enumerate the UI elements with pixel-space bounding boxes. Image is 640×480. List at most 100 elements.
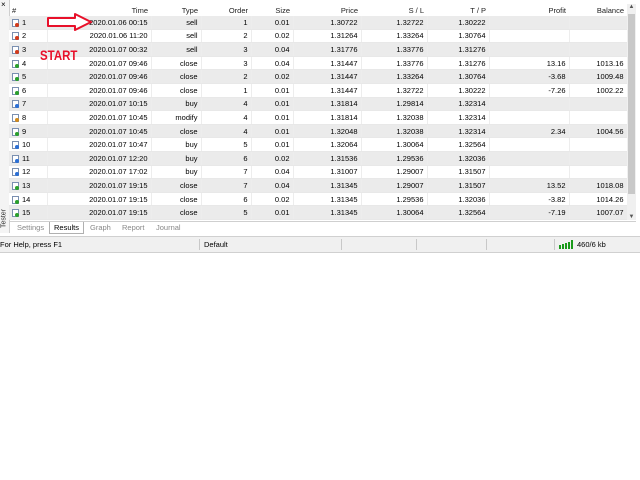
table-row[interactable]: 162020.01.07 19:17sell80.011.313301.3333… — [9, 219, 627, 220]
row-balance: 1014.26 — [569, 192, 627, 207]
row-tp: 1.32564 — [427, 205, 490, 220]
row-number: 12 — [22, 167, 31, 177]
table-row[interactable]: 9 2020.01.07 10:45 close 4 0.01 1.32048 1.3203… — [9, 124, 627, 139]
traffic-counter: 460/6 kb — [577, 240, 606, 249]
row-order: 7 — [201, 165, 252, 180]
row-order: 2 — [201, 69, 252, 84]
row-type: buy — [151, 97, 202, 112]
row-price: 1.31776 — [293, 42, 362, 57]
vertical-scrollbar[interactable]: ▲ ▼ — [627, 4, 636, 220]
tab-results[interactable]: Results — [49, 222, 85, 234]
row-type: close — [151, 124, 202, 139]
row-size: 0.01 — [251, 110, 294, 125]
row-balance: 1009.48 — [569, 69, 627, 84]
row-balance — [569, 137, 627, 152]
close-icon — [12, 127, 19, 136]
scroll-down-icon[interactable]: ▼ — [627, 214, 636, 220]
close-icon — [12, 209, 19, 218]
table-row[interactable]: 7 2020.01.07 10:15 buy 4 0.01 1.31814 1.29814 1… — [9, 97, 627, 112]
col-header-balance[interactable]: Balance — [569, 4, 627, 16]
right-arrow-annotation-icon — [47, 13, 92, 31]
scroll-up-icon[interactable]: ▲ — [627, 4, 636, 10]
row-number: 14 — [22, 194, 31, 204]
row-order: 1 — [201, 83, 252, 98]
row-tp: 1.30222 — [427, 83, 490, 98]
row-number-cell: 13 — [9, 178, 48, 193]
row-number: 8 — [22, 112, 27, 122]
row-number: 9 — [22, 126, 27, 136]
row-balance — [569, 151, 627, 166]
col-header-price[interactable]: Price — [293, 4, 361, 16]
tab-journal[interactable]: Journal — [152, 222, 185, 233]
row-type: sell — [151, 29, 202, 44]
row-size: 0.04 — [251, 42, 294, 57]
row-size: 0.02 — [251, 151, 294, 166]
col-header-type[interactable]: Type — [151, 4, 201, 16]
row-size: 0.01 — [251, 16, 294, 30]
table-row[interactable]: 11 2020.01.07 12:20 buy 6 0.02 1.31536 1.29536… — [9, 151, 627, 166]
scrollbar-thumb[interactable] — [628, 14, 635, 194]
buy-icon — [12, 100, 19, 109]
row-number-cell: 8 — [9, 110, 48, 125]
row-order: 4 — [201, 110, 252, 125]
buy-icon — [12, 154, 19, 163]
row-order: 7 — [201, 178, 252, 193]
table-row[interactable]: 5 2020.01.07 09:46 close 2 0.02 1.31447 1.3326… — [9, 69, 627, 84]
col-header-order[interactable]: Order — [201, 4, 251, 16]
table-row[interactable]: 12 2020.01.07 17:02 buy 7 0.04 1.31007 1.29007… — [9, 165, 627, 180]
row-balance: 1013.16 — [569, 56, 627, 71]
row-order: 1 — [201, 16, 252, 30]
tab-graph[interactable]: Graph — [86, 222, 115, 233]
table-row[interactable]: 13 2020.01.07 19:15 close 7 0.04 1.31345 1.290… — [9, 178, 627, 193]
row-sl: 1.29536 — [361, 192, 428, 207]
row-price: 1.31447 — [293, 83, 362, 98]
row-balance — [569, 219, 627, 220]
close-icon — [12, 59, 19, 68]
buy-icon — [12, 168, 19, 177]
table-row[interactable]: 15 2020.01.07 19:15 close 5 0.01 1.31345 1.300… — [9, 205, 627, 220]
row-number: 15 — [22, 208, 31, 218]
row-sl: 1.29536 — [361, 151, 428, 166]
row-number: 2 — [22, 31, 27, 41]
row-number: 13 — [22, 180, 31, 190]
row-price: 1.31536 — [293, 151, 362, 166]
col-header-sl[interactable]: S / L — [361, 4, 427, 16]
status-divider — [554, 239, 555, 250]
row-order: 2 — [201, 29, 252, 44]
status-divider — [341, 239, 342, 250]
row-time: 2020.01.07 09:46 — [47, 69, 152, 84]
row-profit — [489, 42, 570, 57]
row-type: close — [151, 178, 202, 193]
table-row[interactable]: 4 2020.01.07 09:46 close 3 0.04 1.31447 1.3377… — [9, 56, 627, 71]
table-row[interactable]: 1 2020.01.06 00:15 sell 1 0.01 1.30722 1.32722… — [9, 16, 627, 30]
row-number-cell: 12 — [9, 165, 48, 180]
row-sl: 1.29814 — [361, 97, 428, 112]
row-time: 2020.01.07 19:15 — [47, 192, 152, 207]
row-time: 2020.01.07 17:02 — [47, 165, 152, 180]
close-panel-icon[interactable]: × — [1, 1, 6, 9]
row-price: 1.30722 — [293, 16, 362, 30]
row-size: 0.01 — [251, 124, 294, 139]
modify-icon — [12, 113, 19, 122]
buy-icon — [12, 141, 19, 150]
table-row[interactable]: 10 2020.01.07 10:47 buy 5 0.01 1.32064 1.30064… — [9, 137, 627, 152]
tab-report[interactable]: Report — [118, 222, 149, 233]
row-size: 0.01 — [251, 205, 294, 220]
col-header-number[interactable]: # — [9, 4, 47, 16]
col-header-profit[interactable]: Profit — [489, 4, 569, 16]
row-type: buy — [151, 151, 202, 166]
table-row[interactable]: 3 2020.01.07 00:32 sell 3 0.04 1.31776 1.33776… — [9, 42, 627, 57]
table-row[interactable]: 14 2020.01.07 19:15 close 6 0.02 1.31345 1.295… — [9, 192, 627, 207]
row-number-cell: 9 — [9, 124, 48, 139]
col-header-tp[interactable]: T / P — [427, 4, 489, 16]
row-order: 4 — [201, 124, 252, 139]
row-sl: 1.32038 — [361, 110, 428, 125]
table-row[interactable]: 2 2020.01.06 11:20 sell 2 0.02 1.31264 1.33264… — [9, 29, 627, 44]
row-number: 10 — [22, 140, 31, 150]
row-balance: 1002.22 — [569, 83, 627, 98]
row-price: 1.31345 — [293, 192, 362, 207]
tab-settings[interactable]: Settings — [13, 222, 48, 233]
col-header-size[interactable]: Size — [251, 4, 293, 16]
table-row[interactable]: 6 2020.01.07 09:46 close 1 0.01 1.31447 1.3272… — [9, 83, 627, 98]
table-row[interactable]: 8 2020.01.07 10:45 modify 4 0.01 1.31814 1.320… — [9, 110, 627, 125]
